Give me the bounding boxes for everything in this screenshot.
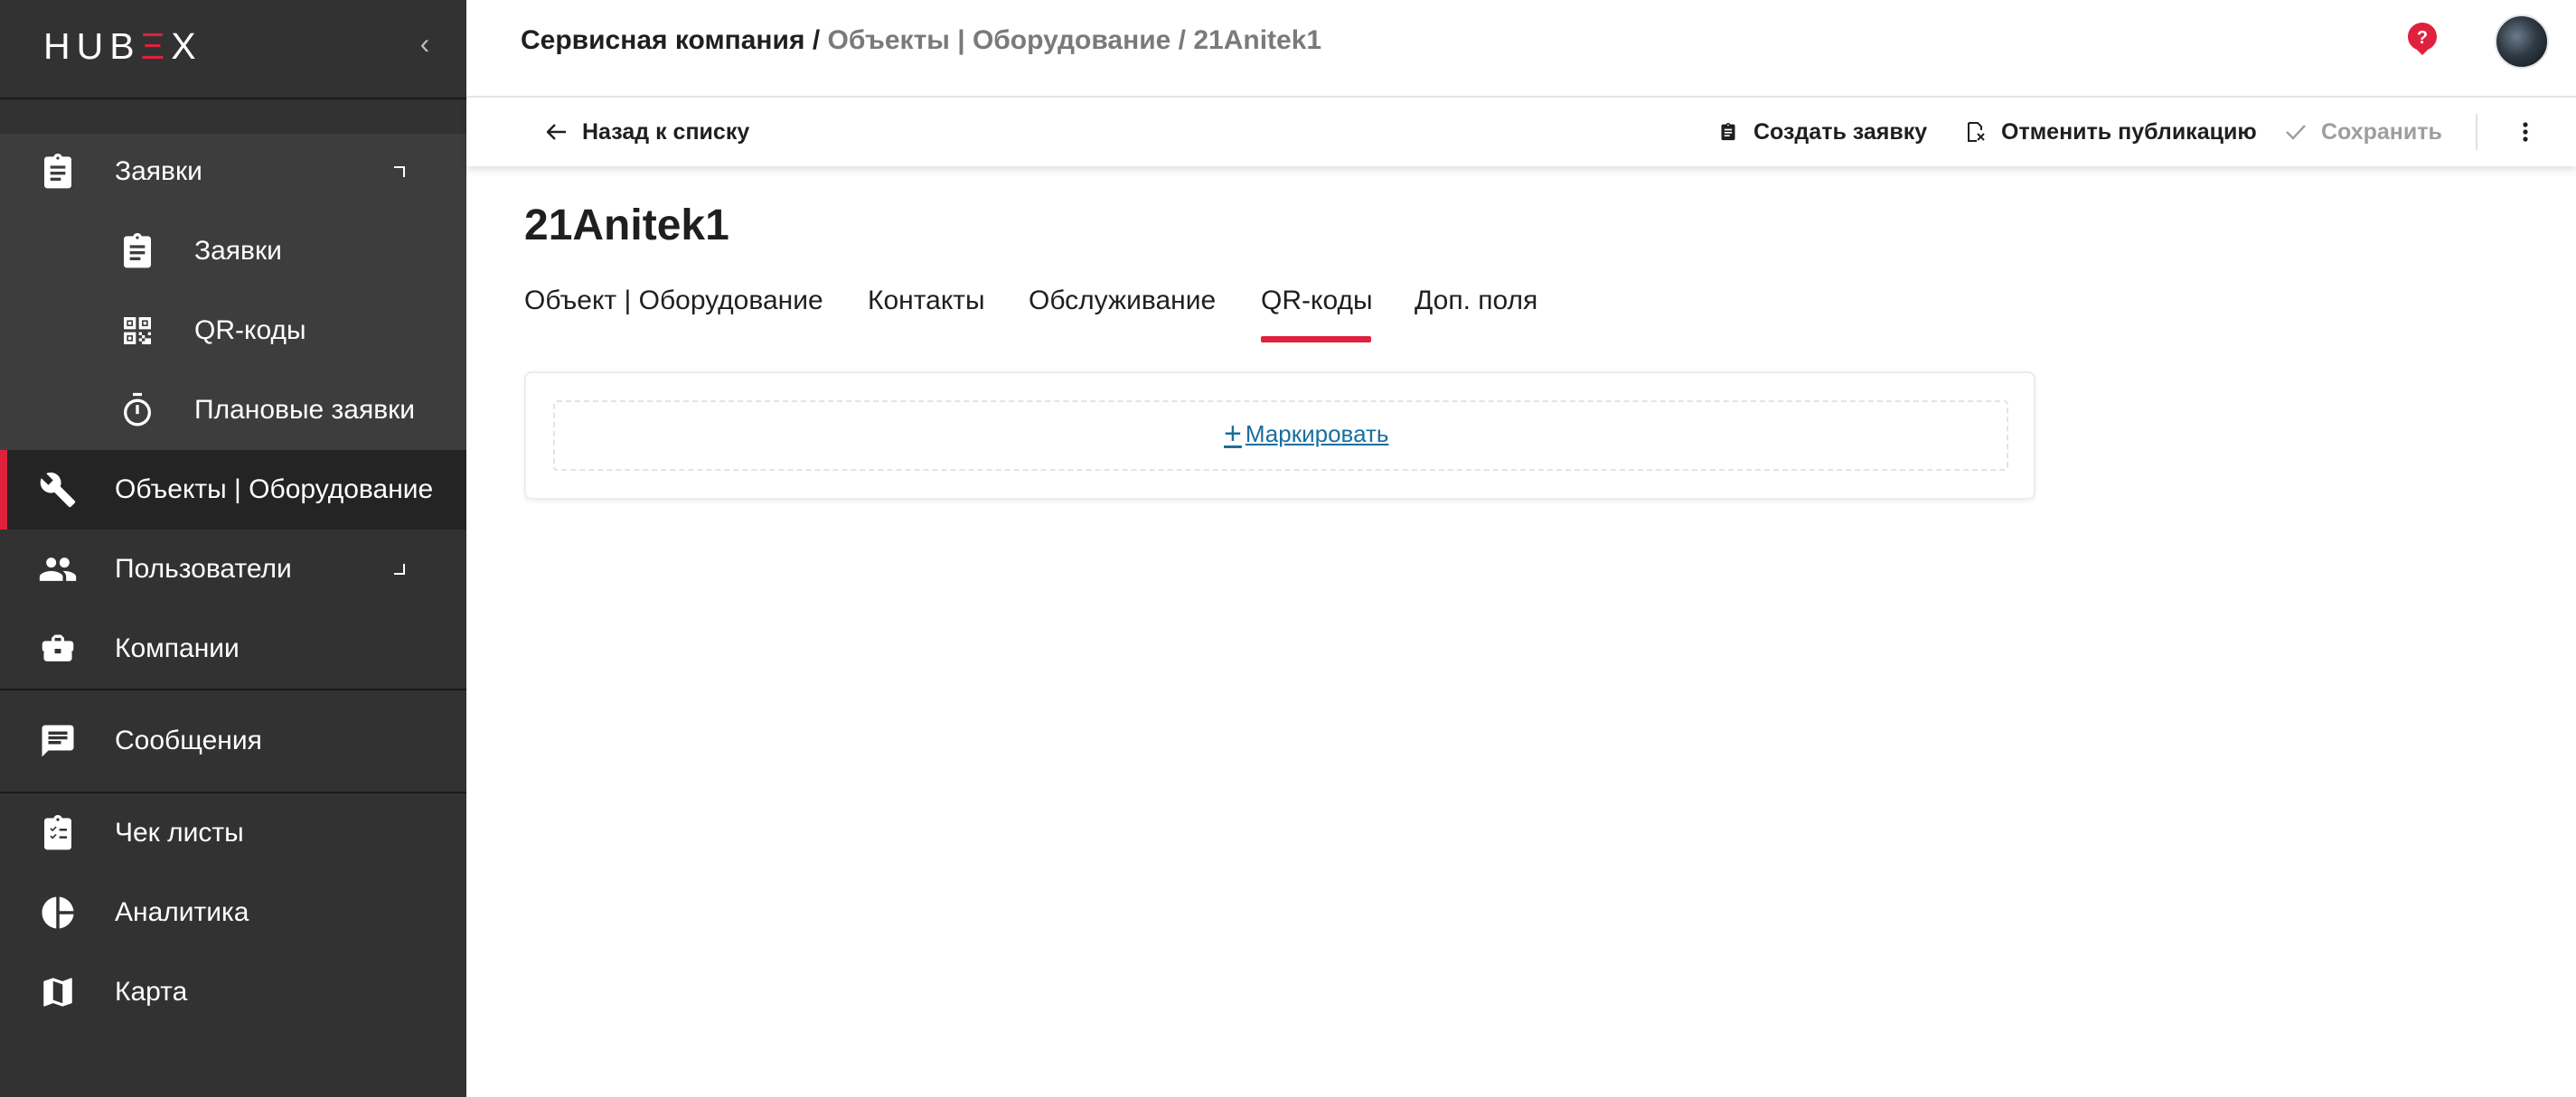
toolbar: Назад к списку Создать заявку Отменить п… <box>466 98 2576 166</box>
unpublish-label: Отменить публикацию <box>2001 118 2257 145</box>
active-indicator <box>0 450 7 530</box>
map-icon <box>38 972 78 1012</box>
sidebar-item-requests[interactable]: Заявки <box>0 211 466 291</box>
breadcrumb-root[interactable]: Сервисная компания <box>521 25 805 55</box>
active-tab-indicator <box>1261 336 1371 342</box>
tab-object-equipment[interactable]: Объект | Оборудование <box>524 286 823 316</box>
clipboard-icon <box>1716 119 1741 145</box>
back-to-list-label: Назад к списку <box>582 118 750 145</box>
sidebar-item-planned-requests[interactable]: Плановые заявки <box>0 370 466 450</box>
divider <box>2476 114 2477 150</box>
sidebar-item-label: Аналитика <box>115 897 249 927</box>
qr-codes-card: + Маркировать <box>524 371 2035 500</box>
sidebar-item-companies[interactable]: Компании <box>0 609 466 689</box>
sidebar: HUBΞX ‹ Заявки Заявки QR-коды Плановые з… <box>0 0 466 1097</box>
plus-icon: + <box>1224 417 1242 451</box>
divider <box>0 98 466 99</box>
breadcrumb: Сервисная компания / Объекты | Оборудова… <box>521 25 1321 56</box>
sidebar-item-label: QR-коды <box>194 315 306 345</box>
tab-contacts[interactable]: Контакты <box>868 286 985 316</box>
sidebar-item-label: Заявки <box>115 156 202 186</box>
sidebar-item-objects[interactable]: Объекты | Оборудование <box>0 450 466 530</box>
sidebar-item-checklists[interactable]: Чек листы <box>0 793 466 873</box>
sidebar-item-label: Сообщения <box>115 726 262 755</box>
mark-button[interactable]: + Маркировать <box>1224 418 1388 449</box>
save-button[interactable]: Сохранить <box>2283 98 2442 166</box>
sidebar-item-label: Пользователи <box>115 554 292 584</box>
pie-chart-icon <box>38 893 78 933</box>
check-icon <box>2283 119 2308 145</box>
help-icon[interactable]: ? <box>2407 22 2438 56</box>
divider <box>0 689 466 690</box>
breadcrumb-separator: / <box>804 25 828 55</box>
sidebar-item-label: Плановые заявки <box>194 395 416 425</box>
sidebar-item-label: Компании <box>115 633 240 663</box>
qr-code-icon <box>118 311 157 351</box>
mark-label: Маркировать <box>1245 419 1389 447</box>
sidebar-item-requests-group[interactable]: Заявки <box>0 132 466 211</box>
create-request-label: Создать заявку <box>1753 118 1928 145</box>
tab-qr-codes[interactable]: QR-коды <box>1261 286 1373 316</box>
unpublish-button[interactable]: Отменить публикацию <box>1963 98 2257 166</box>
sidebar-item-label: Чек листы <box>115 818 244 848</box>
sidebar-item-analytics[interactable]: Аналитика <box>0 873 466 952</box>
sidebar-item-label: Заявки <box>194 236 282 266</box>
unpublish-icon <box>1963 119 1988 145</box>
sidebar-item-users[interactable]: Пользователи <box>0 530 466 609</box>
page-title: 21Anitek1 <box>524 202 729 249</box>
tab-maintenance[interactable]: Обслуживание <box>1029 286 1216 316</box>
wrench-icon <box>38 470 78 510</box>
qr-dropzone: + Маркировать <box>553 400 2008 471</box>
user-avatar[interactable] <box>2495 14 2549 69</box>
tab-extra-fields[interactable]: Доп. поля <box>1415 286 1537 316</box>
sidebar-item-messages[interactable]: Сообщения <box>0 701 466 781</box>
svg-text:?: ? <box>2417 28 2428 48</box>
timer-icon <box>118 390 157 430</box>
more-vertical-icon[interactable] <box>2516 116 2534 148</box>
users-icon <box>38 549 78 589</box>
top-bar: Сервисная компания / Объекты | Оборудова… <box>466 0 2576 98</box>
expand-corner-icon[interactable] <box>394 564 405 575</box>
clipboard-icon <box>38 152 78 192</box>
sidebar-item-map[interactable]: Карта <box>0 952 466 1032</box>
message-icon <box>38 721 78 761</box>
clipboard-icon <box>118 231 157 271</box>
back-to-list-button[interactable]: Назад к списку <box>544 98 749 166</box>
create-request-button[interactable]: Создать заявку <box>1716 98 1927 166</box>
breadcrumb-path[interactable]: Объекты | Оборудование / 21Anitek1 <box>828 25 1322 55</box>
checklist-icon <box>38 813 78 853</box>
briefcase-icon <box>38 629 78 669</box>
app-logo[interactable]: HUBΞX <box>43 25 202 68</box>
chevron-left-icon[interactable]: ‹ <box>414 25 436 61</box>
collapse-corner-icon[interactable] <box>394 166 405 177</box>
sidebar-item-qr-codes[interactable]: QR-коды <box>0 291 466 370</box>
logo-bar: HUBΞX ‹ <box>0 0 466 98</box>
save-label: Сохранить <box>2321 118 2442 145</box>
sidebar-item-label: Объекты | Оборудование <box>115 474 434 504</box>
arrow-left-icon <box>544 119 569 145</box>
sidebar-item-label: Карта <box>115 977 188 1007</box>
